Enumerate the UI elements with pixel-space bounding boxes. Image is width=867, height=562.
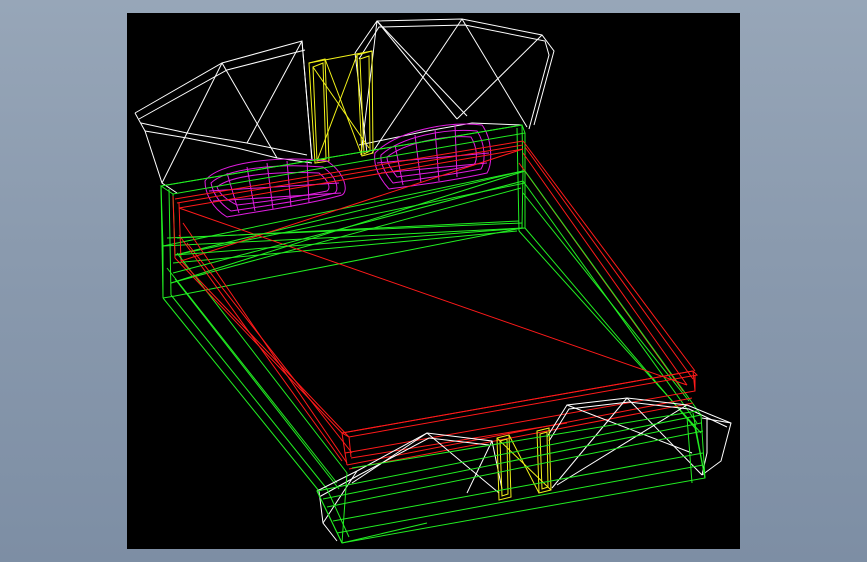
bed-wireframe-drawing: [134, 18, 732, 544]
left-side-rail: [162, 222, 353, 492]
headboard-posts: [308, 50, 374, 164]
cad-viewport[interactable]: [127, 13, 740, 549]
frame-diagonals: [170, 148, 688, 386]
foot-base: [316, 410, 706, 544]
head-rail: [159, 124, 526, 299]
right-side-rail: [518, 140, 702, 434]
headboard-wireframe: [134, 18, 555, 194]
footboard-wireframe: [316, 397, 732, 542]
pillow-right: [374, 123, 492, 190]
